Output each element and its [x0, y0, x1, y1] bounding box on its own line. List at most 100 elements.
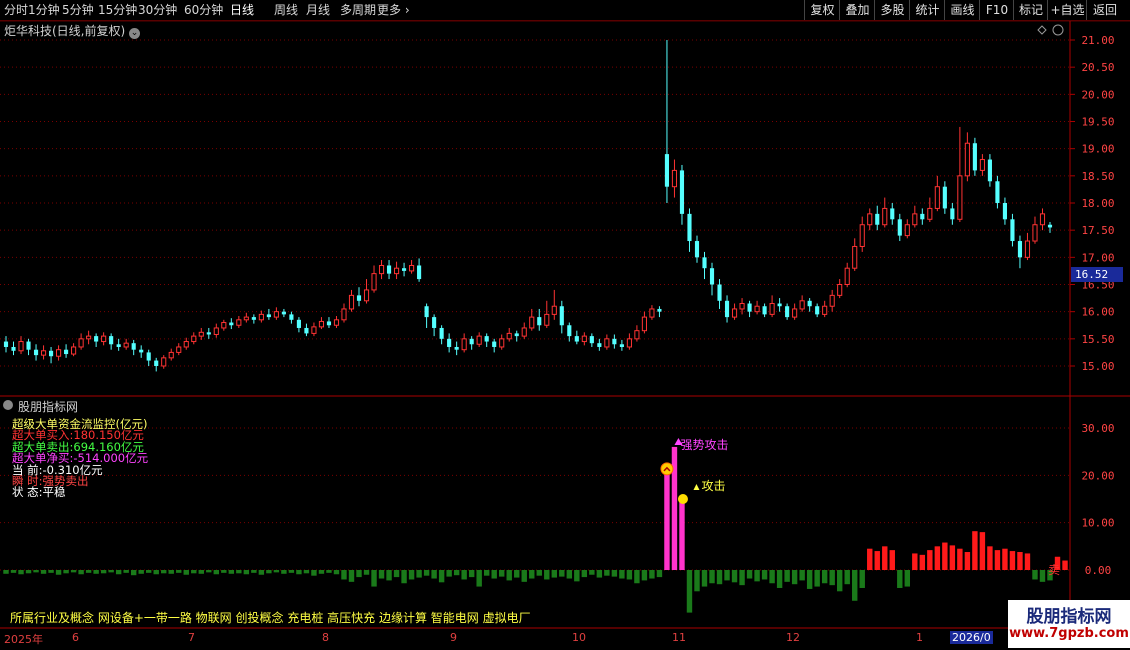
flow-bar-20: [153, 570, 159, 575]
price-label-4: 19.00: [1081, 143, 1114, 156]
flow-bar-45: [341, 570, 347, 580]
flow-bar-40: [303, 570, 310, 574]
flow-bar-120: [904, 570, 910, 587]
indicator-panel-title[interactable]: 股朋指标网: [18, 398, 78, 415]
flow-bar-18: [138, 570, 144, 574]
flow-bar-17: [130, 570, 137, 576]
flow-bar-62: [468, 570, 475, 578]
industry-concepts: 所属行业及概念 网设备+一带一路 物联网 创投概念 充电桩 高压快充 边缘计算 …: [10, 611, 531, 625]
stock-title[interactable]: 炬华科技(日线,前复权) ⌄: [4, 22, 141, 39]
candle-body-109: [822, 305, 828, 315]
flow-bar-52: [393, 570, 400, 578]
flow-bar-136: [1024, 553, 1031, 570]
candle-body-86: [649, 308, 655, 318]
candle-body-9: [71, 346, 77, 355]
flow-bar-28: [213, 570, 220, 575]
flow-bar-30: [228, 570, 235, 574]
candle-body-17: [131, 343, 136, 350]
chevron-down-icon[interactable]: ⌄: [129, 28, 141, 39]
candle-body-57: [432, 317, 437, 328]
candle-body-132: [995, 181, 1000, 203]
price-label-8: 17.00: [1081, 251, 1114, 264]
date-label-6: 11: [672, 631, 686, 644]
candle-body-82: [619, 344, 624, 347]
candle-body-28: [213, 327, 219, 335]
flow-bar-73: [551, 570, 557, 578]
flow-bar-102: [769, 570, 775, 584]
candle-body-59: [447, 338, 452, 347]
candle-body-85: [641, 316, 647, 332]
flow-bar-123: [927, 550, 933, 570]
indicator-line-6: 状 态:平稳: [12, 485, 66, 500]
flow-bar-16: [123, 570, 129, 573]
flow-bar-134: [1009, 551, 1016, 570]
candle-body-66: [499, 338, 505, 348]
flow-bar-5: [40, 570, 47, 574]
flow-bar-47: [356, 570, 362, 578]
candle-body-49: [371, 273, 377, 291]
flow-bar-117: [882, 546, 888, 570]
flow-bar-138: [1039, 570, 1046, 582]
candle-body-60: [454, 346, 459, 350]
flow-bar-95: [716, 570, 723, 585]
candle-body-10: [78, 338, 84, 348]
candle-body-81: [612, 338, 617, 345]
flow-bar-12: [93, 570, 99, 574]
flow-bar-37: [281, 570, 287, 574]
flow-bar-33: [251, 570, 257, 573]
candle-body-94: [709, 268, 715, 285]
flow-bar-19: [146, 570, 152, 573]
flow-bar-64: [483, 570, 490, 576]
candle-body-45: [341, 308, 347, 321]
candle-body-35: [266, 314, 271, 318]
flow-bar-69: [521, 570, 527, 582]
candle-body-51: [386, 265, 392, 274]
flow-bar-29: [221, 570, 227, 573]
candle-body-76: [574, 336, 579, 342]
candle-body-126: [950, 208, 955, 220]
candle-body-37: [281, 311, 286, 315]
flow-bar-23: [176, 570, 182, 573]
candle-body-58: [439, 327, 444, 339]
candle-body-43: [326, 321, 332, 326]
candle-body-46: [348, 294, 355, 310]
ind-label-1: 20.00: [1081, 469, 1114, 482]
candle-body-115: [867, 213, 873, 226]
date-label-0: 2025年: [4, 633, 43, 646]
flow-bar-76: [574, 570, 580, 582]
candle-body-3: [26, 341, 31, 350]
date-label-8: 1: [916, 631, 923, 644]
candle-body-14: [109, 336, 114, 345]
flow-bar-93: [701, 570, 708, 587]
flow-bar-50: [378, 570, 385, 579]
candle-body-134: [1010, 219, 1015, 242]
flow-bar-82: [619, 570, 625, 579]
candle-body-56: [424, 306, 429, 318]
date-label-7: 12: [786, 631, 800, 644]
candle-body-75: [567, 325, 572, 337]
flow-bar-121: [912, 553, 918, 570]
candle-body-103: [777, 303, 782, 307]
candle-body-89: [671, 169, 678, 188]
candle-body-137: [1032, 224, 1038, 242]
strong-attack-label: 强势攻击: [680, 438, 728, 452]
candle-body-130: [979, 159, 985, 171]
candle-body-67: [506, 332, 512, 340]
flow-bar-41: [311, 570, 317, 576]
flow-bar-13: [100, 570, 107, 574]
flow-bar-94: [709, 570, 715, 584]
candle-body-13: [101, 335, 107, 343]
candle-body-131: [987, 159, 992, 182]
candle-body-129: [972, 143, 977, 171]
date-label-2: 7: [188, 631, 195, 644]
flow-bar-63: [476, 570, 482, 587]
candle-body-68: [514, 333, 519, 337]
candle-body-32: [243, 316, 249, 321]
flow-bar-130: [979, 532, 986, 570]
chart-area[interactable]: 21.00 20.50 20.00 19.50 19.00 18.50 18.00 17.50…: [0, 0, 1130, 650]
candle-body-29: [221, 322, 227, 329]
candle-body-125: [942, 186, 947, 209]
flow-bar-135: [1017, 552, 1023, 570]
candle-body-118: [890, 208, 895, 220]
flow-bar-109: [821, 570, 828, 584]
